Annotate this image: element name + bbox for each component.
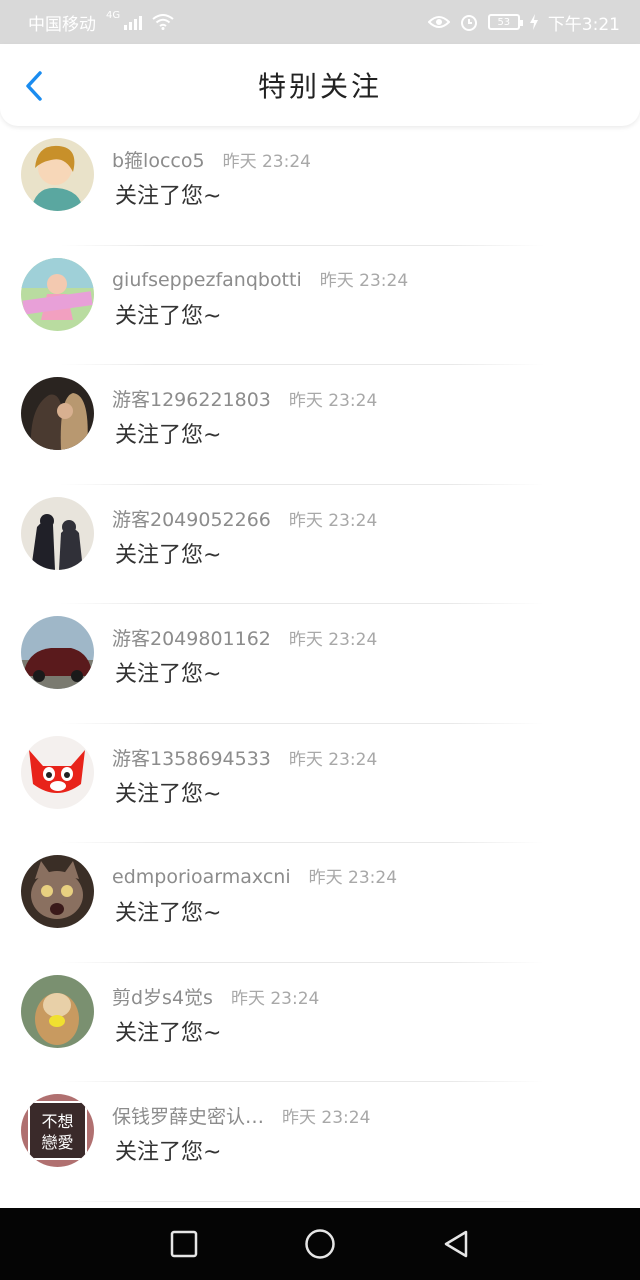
message-text: 关注了您~	[115, 184, 222, 209]
avatar[interactable]	[21, 974, 94, 1048]
message-text: 关注了您~	[115, 303, 222, 329]
header: 特别关注	[0, 44, 640, 126]
avatar[interactable]	[21, 257, 94, 331]
status-right: 53 下午3:21	[427, 10, 620, 35]
charging-icon	[529, 14, 538, 30]
nickname-row: edmporioarmaxcni 昨天 23:24	[112, 863, 397, 888]
avatar[interactable]: 不想 戀愛	[21, 1094, 94, 1167]
system-back-button[interactable]	[436, 1224, 476, 1264]
nickname: 游客2049052266	[112, 508, 271, 531]
status-left: 中国移动 4G	[28, 10, 174, 35]
nickname-row: 游客2049052266 昨天 23:24	[112, 505, 377, 532]
nickname-row: b箍locco5 昨天 23:24	[112, 146, 311, 173]
circle-home-icon	[305, 1229, 335, 1259]
network-label: 4G	[106, 9, 121, 21]
home-button[interactable]	[300, 1224, 340, 1264]
nickname-row: 保钱罗薛史密认… 昨天 23:24	[112, 1102, 370, 1129]
message-text: 关注了您~	[115, 542, 222, 568]
status-bar: 中国移动 4G 53 下午3:21	[0, 0, 640, 44]
message-text: 关注了您~	[115, 781, 222, 807]
avatar[interactable]	[21, 616, 94, 689]
list-item[interactable]: 剪d岁s4觉s 昨天 23:24 关注了您~	[0, 963, 640, 1082]
message-text: 关注了您~	[115, 1140, 222, 1165]
timestamp: 昨天 23:24	[288, 391, 378, 411]
list-item[interactable]: 不想 戀愛 保钱罗薛史密认… 昨天 23:24 关注了您~	[0, 1082, 640, 1202]
chevron-left-icon	[26, 71, 42, 101]
nickname: b箍locco5	[112, 150, 205, 172]
list-item[interactable]: 游客2049052266 昨天 23:24 关注了您~	[0, 485, 640, 604]
nickname-row: 游客2049801162 昨天 23:24	[112, 624, 377, 651]
avatar[interactable]	[21, 735, 94, 809]
avatar[interactable]	[21, 496, 94, 570]
nickname: 剪d岁s4觉s	[112, 986, 213, 1009]
recent-apps-button[interactable]	[164, 1224, 204, 1264]
avatar[interactable]	[21, 377, 94, 450]
nickname: 游客1358694533	[112, 747, 271, 770]
battery-level: 53	[497, 16, 511, 28]
eye-icon	[427, 16, 450, 28]
timestamp: 昨天 23:24	[230, 988, 320, 1009]
nickname: edmporioarmaxcni	[112, 866, 291, 888]
square-recent-icon	[170, 1230, 198, 1258]
nickname: 保钱罗薛史密认…	[112, 1106, 265, 1128]
list-item[interactable]: b箍locco5 昨天 23:24 关注了您~	[0, 126, 640, 246]
list-item[interactable]: 游客1296221803 昨天 23:24 关注了您~	[0, 365, 640, 485]
svg-text:戀愛: 戀愛	[41, 1133, 73, 1152]
timestamp: 昨天 23:24	[319, 270, 409, 291]
nickname-row: 游客1358694533 昨天 23:24	[112, 744, 377, 771]
timestamp: 昨天 23:24	[288, 749, 378, 770]
nickname-row: 游客1296221803 昨天 23:24	[112, 385, 377, 412]
timestamp: 昨天 23:24	[308, 868, 398, 888]
nickname-row: 剪d岁s4觉s 昨天 23:24	[112, 983, 319, 1010]
alarm-icon	[460, 15, 477, 31]
nickname: 游客1296221803	[112, 389, 271, 411]
message-text: 关注了您~	[115, 423, 222, 448]
list-item[interactable]: edmporioarmaxcni 昨天 23:24 关注了您~	[0, 843, 640, 963]
message-text: 关注了您~	[115, 901, 222, 926]
list-item[interactable]: 游客1358694533 昨天 23:24 关注了您~	[0, 724, 640, 843]
nickname: 游客2049801162	[112, 628, 271, 650]
timestamp: 昨天 23:24	[288, 630, 378, 650]
timestamp: 昨天 23:24	[222, 152, 311, 172]
signal-icon	[124, 14, 143, 30]
avatar[interactable]	[21, 138, 94, 211]
message-text: 关注了您~	[115, 662, 222, 687]
timestamp: 昨天 23:24	[288, 510, 378, 531]
list-item[interactable]: 游客2049801162 昨天 23:24 关注了您~	[0, 604, 640, 724]
nickname: giufseppezfanqbotti	[112, 268, 302, 291]
page-title: 特别关注	[257, 70, 382, 103]
message-text: 关注了您~	[115, 1020, 222, 1046]
follow-list: b箍locco5 昨天 23:24 关注了您~ giufseppezfanqbo…	[0, 126, 640, 1208]
divider	[60, 1200, 544, 1202]
triangle-back-icon	[444, 1230, 468, 1258]
system-nav-bar	[0, 1208, 640, 1280]
back-button[interactable]	[18, 68, 50, 104]
list-item[interactable]: giufseppezfanqbotti 昨天 23:24 关注了您~	[0, 246, 640, 365]
timestamp: 昨天 23:24	[282, 1108, 371, 1128]
svg-text:不想: 不想	[41, 1112, 73, 1131]
wifi-icon	[152, 14, 174, 30]
avatar[interactable]	[21, 855, 94, 928]
clock-label: 下午3:21	[547, 14, 620, 35]
battery-icon: 53	[487, 14, 523, 30]
nickname-row: giufseppezfanqbotti 昨天 23:24	[112, 266, 408, 291]
carrier-label: 中国移动	[28, 14, 96, 35]
